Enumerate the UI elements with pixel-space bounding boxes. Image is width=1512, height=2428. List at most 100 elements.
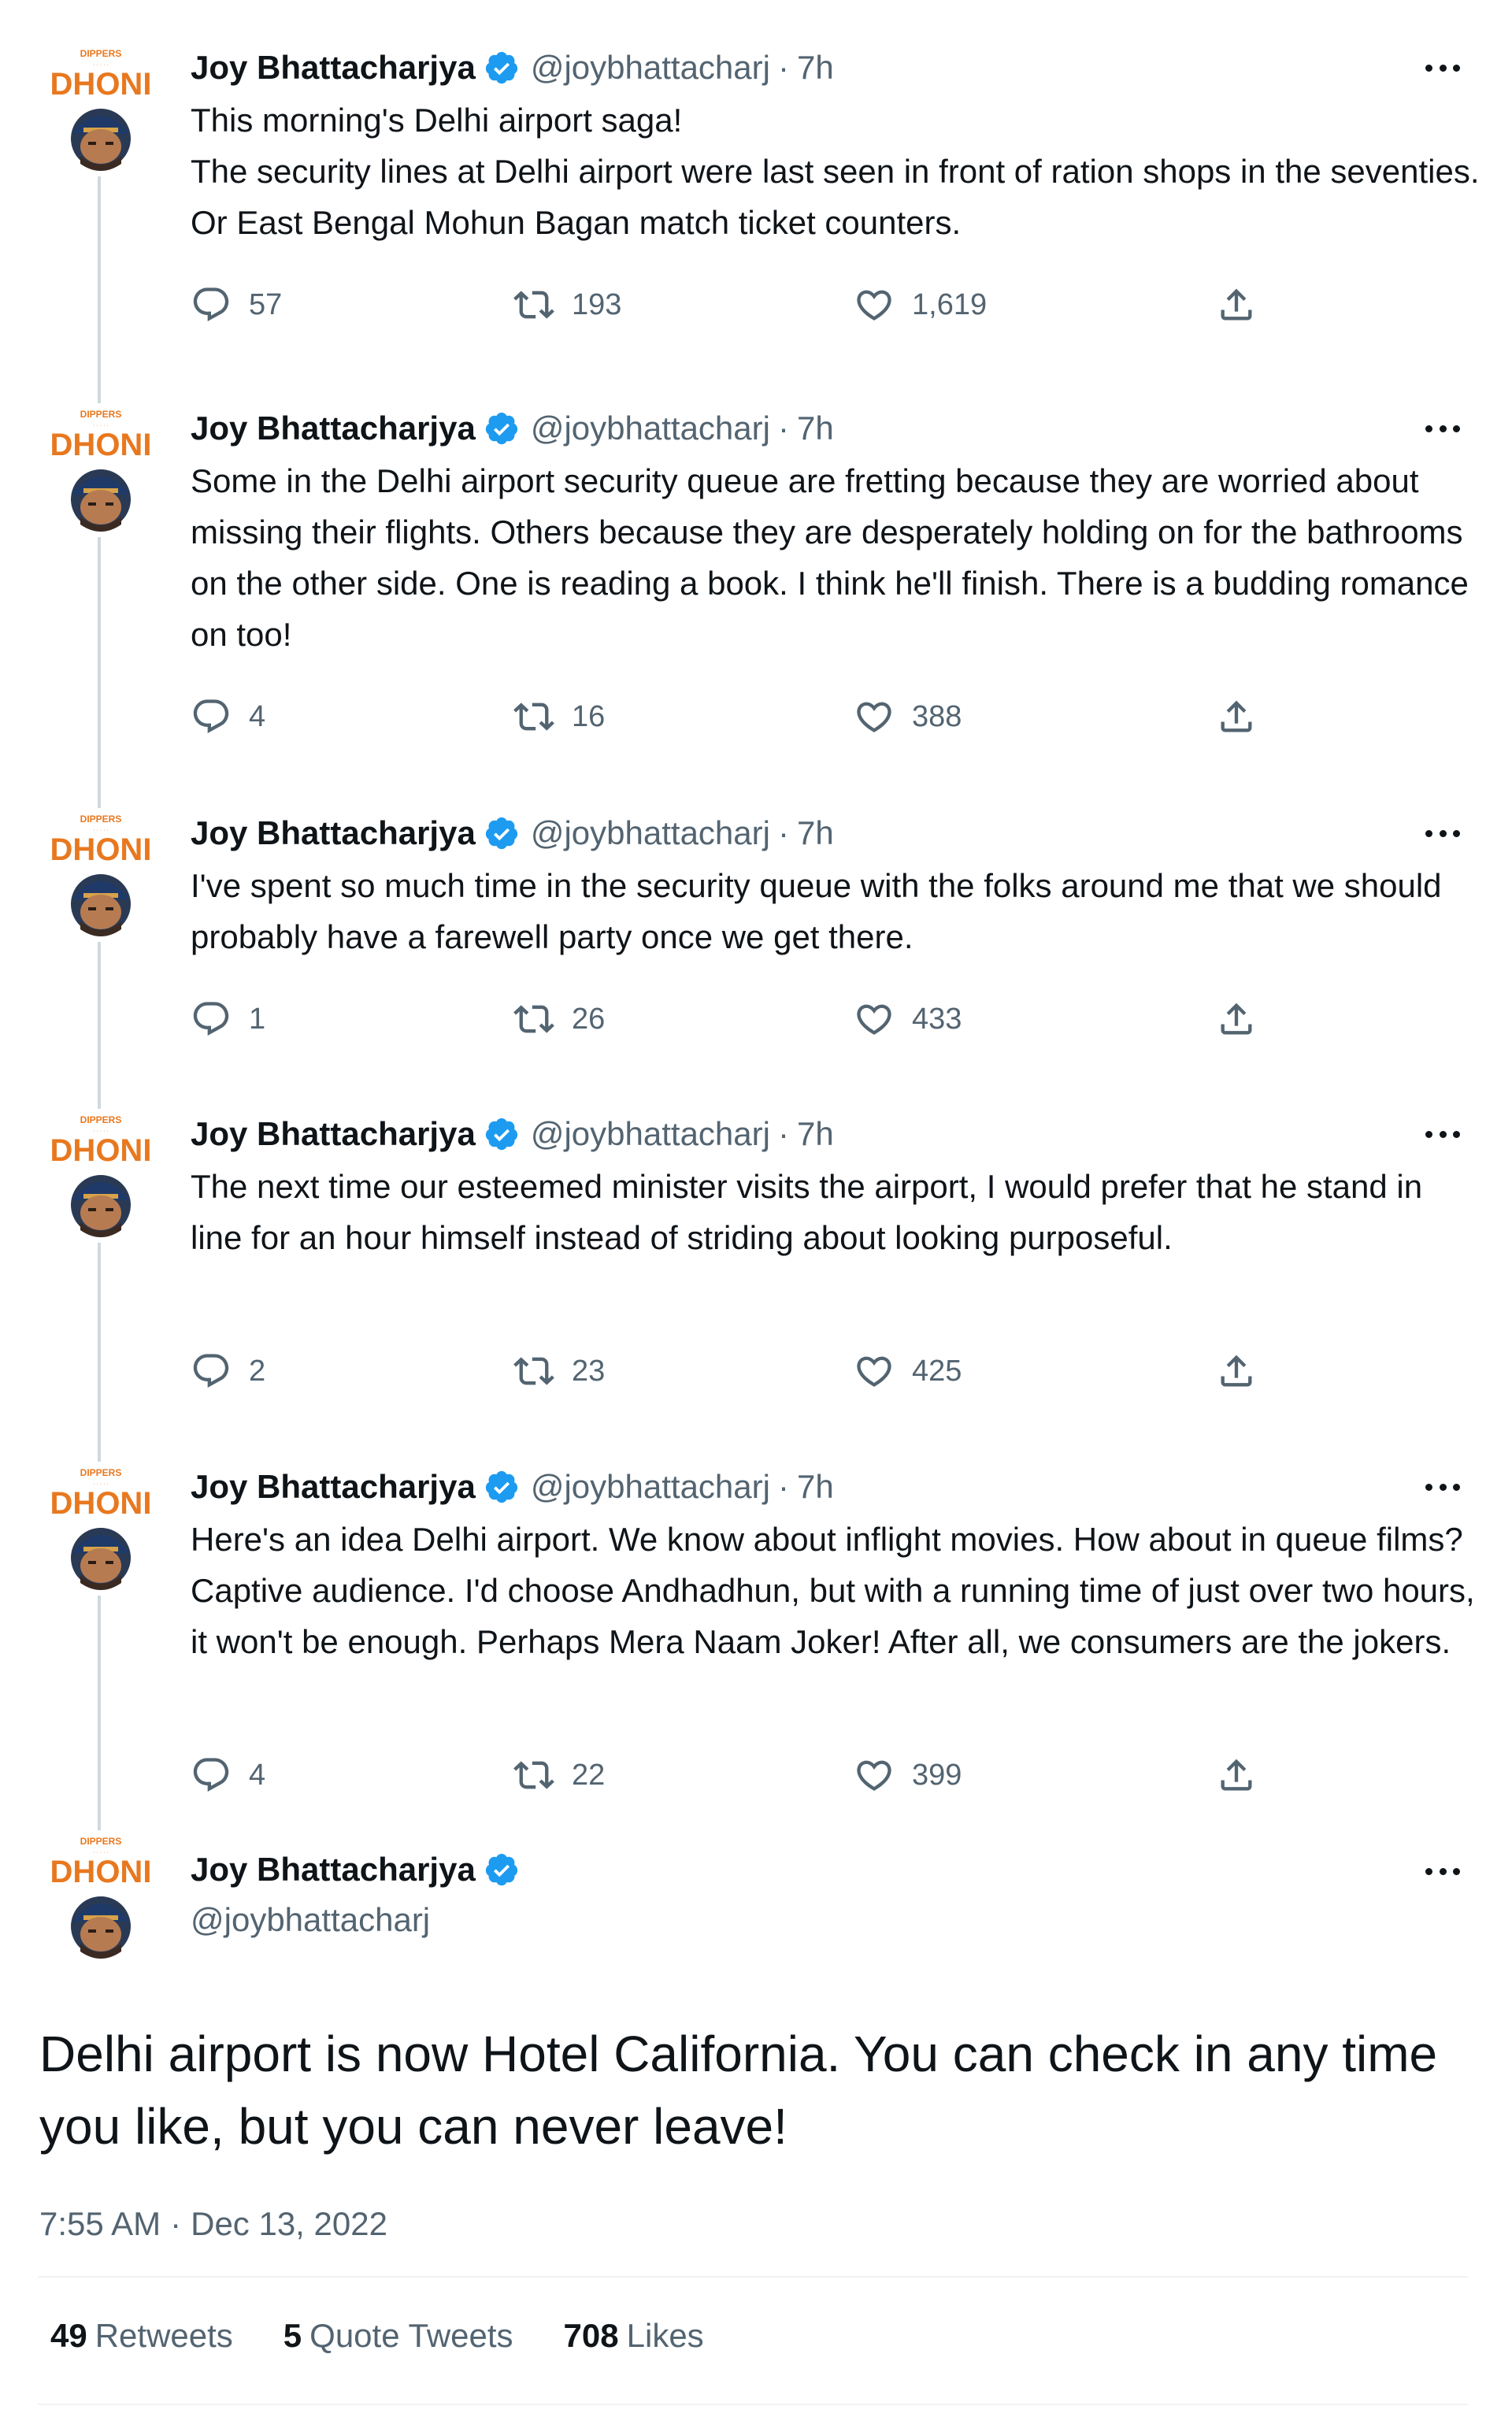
main-tweet-text: Delhi airport is now Hotel California. Y… [39,2026,1438,2155]
share-button[interactable] [1216,1346,1257,1396]
stat-label: Retweets [94,2317,233,2354]
reply-button[interactable]: 1 [191,994,265,1044]
tweet-time[interactable]: 7h [797,1468,834,1506]
tweet-header: Joy Bhattacharjya @joybhattacharj · 7h [191,813,834,854]
author-handle[interactable]: @joybhattacharj [531,1115,770,1153]
author-handle[interactable]: @joybhattacharj [531,410,770,447]
more-icon[interactable] [1421,1855,1465,1887]
reply-count: 2 [249,1354,266,1388]
heart-icon [854,1351,895,1392]
author-handle[interactable]: @joybhattacharj [531,1468,770,1506]
tweet-header: Joy Bhattacharjya @joybhattacharj · 7h [191,1466,834,1507]
author-name[interactable]: Joy Bhattacharjya [191,49,476,87]
like-button[interactable]: 388 [854,691,962,742]
share-button[interactable] [1216,994,1257,1044]
avatar[interactable]: DIPPERS · · · · · DHONI [35,1465,167,1591]
reply-count: 4 [249,699,266,733]
verified-badge-icon [484,1116,520,1152]
retweet-button[interactable]: 16 [513,691,605,742]
dhoni-avatar-icon: DIPPERS · · · · · DHONI [50,1114,152,1237]
tweet-time[interactable]: 7h [797,49,834,87]
author-handle[interactable]: @joybhattacharj [531,49,770,87]
dhoni-avatar-icon: DIPPERS · · · · · DHONI [50,48,152,171]
avatar[interactable]: DIPPERS · · · · · DHONI [35,46,167,172]
like-button[interactable]: 433 [854,994,962,1044]
retweet-button[interactable]: 193 [513,280,621,330]
avatar[interactable]: DIPPERS · · · · · DHONI [35,1833,167,1959]
stat-likes[interactable]: 708 Likes [564,2317,704,2355]
reply-button[interactable]: 4 [191,691,265,742]
separator: · [777,49,789,86]
tweet-time[interactable]: 7h [797,814,834,852]
avatar[interactable]: DIPPERS · · · · · DHONI [35,406,167,532]
heart-icon [854,284,895,325]
tweet-text: The next time our esteemed minister visi… [191,1168,1432,1256]
author-name[interactable]: Joy Bhattacharjya [191,1115,476,1153]
author-name[interactable]: Joy Bhattacharjya [191,814,476,852]
avatar-wordmark: DHONI [50,67,152,102]
more-icon[interactable] [1421,52,1465,83]
like-button[interactable]: 399 [854,1750,962,1800]
verified-badge-icon [484,50,520,86]
author-name[interactable]: Joy Bhattacharjya [191,1468,476,1506]
timestamp-date: Dec 13, 2022 [191,2205,387,2242]
more-icon[interactable] [1421,1471,1465,1503]
reply-icon [191,1351,232,1392]
share-button[interactable] [1216,691,1257,742]
verified-badge-icon [484,1852,520,1888]
like-button[interactable]: 1,619 [854,280,987,330]
author-handle[interactable]: @joybhattacharj [531,814,770,852]
share-icon [1216,1351,1257,1392]
retweet-icon [513,999,554,1040]
tweet-header: Joy Bhattacharjya @joybhattacharj · 7h [191,47,834,88]
retweet-button[interactable]: 23 [513,1346,605,1396]
avatar[interactable]: DIPPERS · · · · · DHONI [35,1112,167,1238]
share-button[interactable] [1216,280,1257,330]
like-count: 1,619 [912,287,988,321]
author-name[interactable]: Joy Bhattacharjya [191,1851,476,1889]
tweet-time[interactable]: 7h [797,410,834,447]
tweet-actions: 4 16 388 [191,691,1262,742]
author-handle[interactable]: @joybhattacharj [191,1901,430,1939]
retweet-count: 16 [572,699,606,733]
reply-button[interactable]: 57 [191,280,282,330]
retweet-button[interactable]: 26 [513,994,605,1044]
thread-connector [98,537,101,808]
avatar-top-text: DIPPERS [80,1467,122,1478]
retweet-button[interactable]: 22 [513,1750,605,1800]
retweet-icon [513,696,554,737]
reply-button[interactable]: 4 [191,1750,265,1800]
tweet-text: Here's an idea Delhi airport. We know ab… [191,1521,1484,1660]
reply-count: 4 [249,1758,266,1792]
avatar-wordmark: DHONI [50,1133,152,1168]
thread-connector [98,942,101,1109]
reply-icon [191,999,232,1040]
more-icon[interactable] [1421,1118,1465,1150]
like-button[interactable]: 425 [854,1346,962,1396]
share-icon [1216,696,1257,737]
divider [38,2276,1468,2278]
avatar-wordmark: DHONI [50,428,152,462]
tweet-text: I've spent so much time in the security … [191,867,1451,955]
retweet-icon [513,1755,554,1796]
reply-button[interactable]: 2 [191,1346,265,1396]
more-icon[interactable] [1421,413,1465,444]
stat-count: 49 [50,2317,87,2354]
reply-icon [191,696,232,737]
engagement-stats: 49 Retweets 5 Quote Tweets 708 Likes [50,2312,754,2359]
tweet-time[interactable]: 7h [797,1115,834,1153]
author-name[interactable]: Joy Bhattacharjya [191,410,476,447]
more-icon[interactable] [1421,817,1465,849]
main-author-row: Joy Bhattacharjya [191,1851,531,1889]
tweet-header: Joy Bhattacharjya @joybhattacharj · 7h [191,1114,834,1155]
avatar[interactable]: DIPPERS · · · · · DHONI [35,811,167,937]
tweet-actions: 1 26 433 [191,994,1262,1044]
avatar-top-text: DIPPERS [80,48,122,59]
thread-connector [98,176,101,403]
avatar-top-text: DIPPERS [80,1114,122,1125]
stat-retweets[interactable]: 49 Retweets [50,2317,233,2355]
tweet-timestamp[interactable]: 7:55 AM · Dec 13, 2022 [39,2205,387,2243]
verified-badge-icon [484,815,520,851]
stat-quote-tweets[interactable]: 5 Quote Tweets [284,2317,513,2355]
share-button[interactable] [1216,1750,1257,1800]
